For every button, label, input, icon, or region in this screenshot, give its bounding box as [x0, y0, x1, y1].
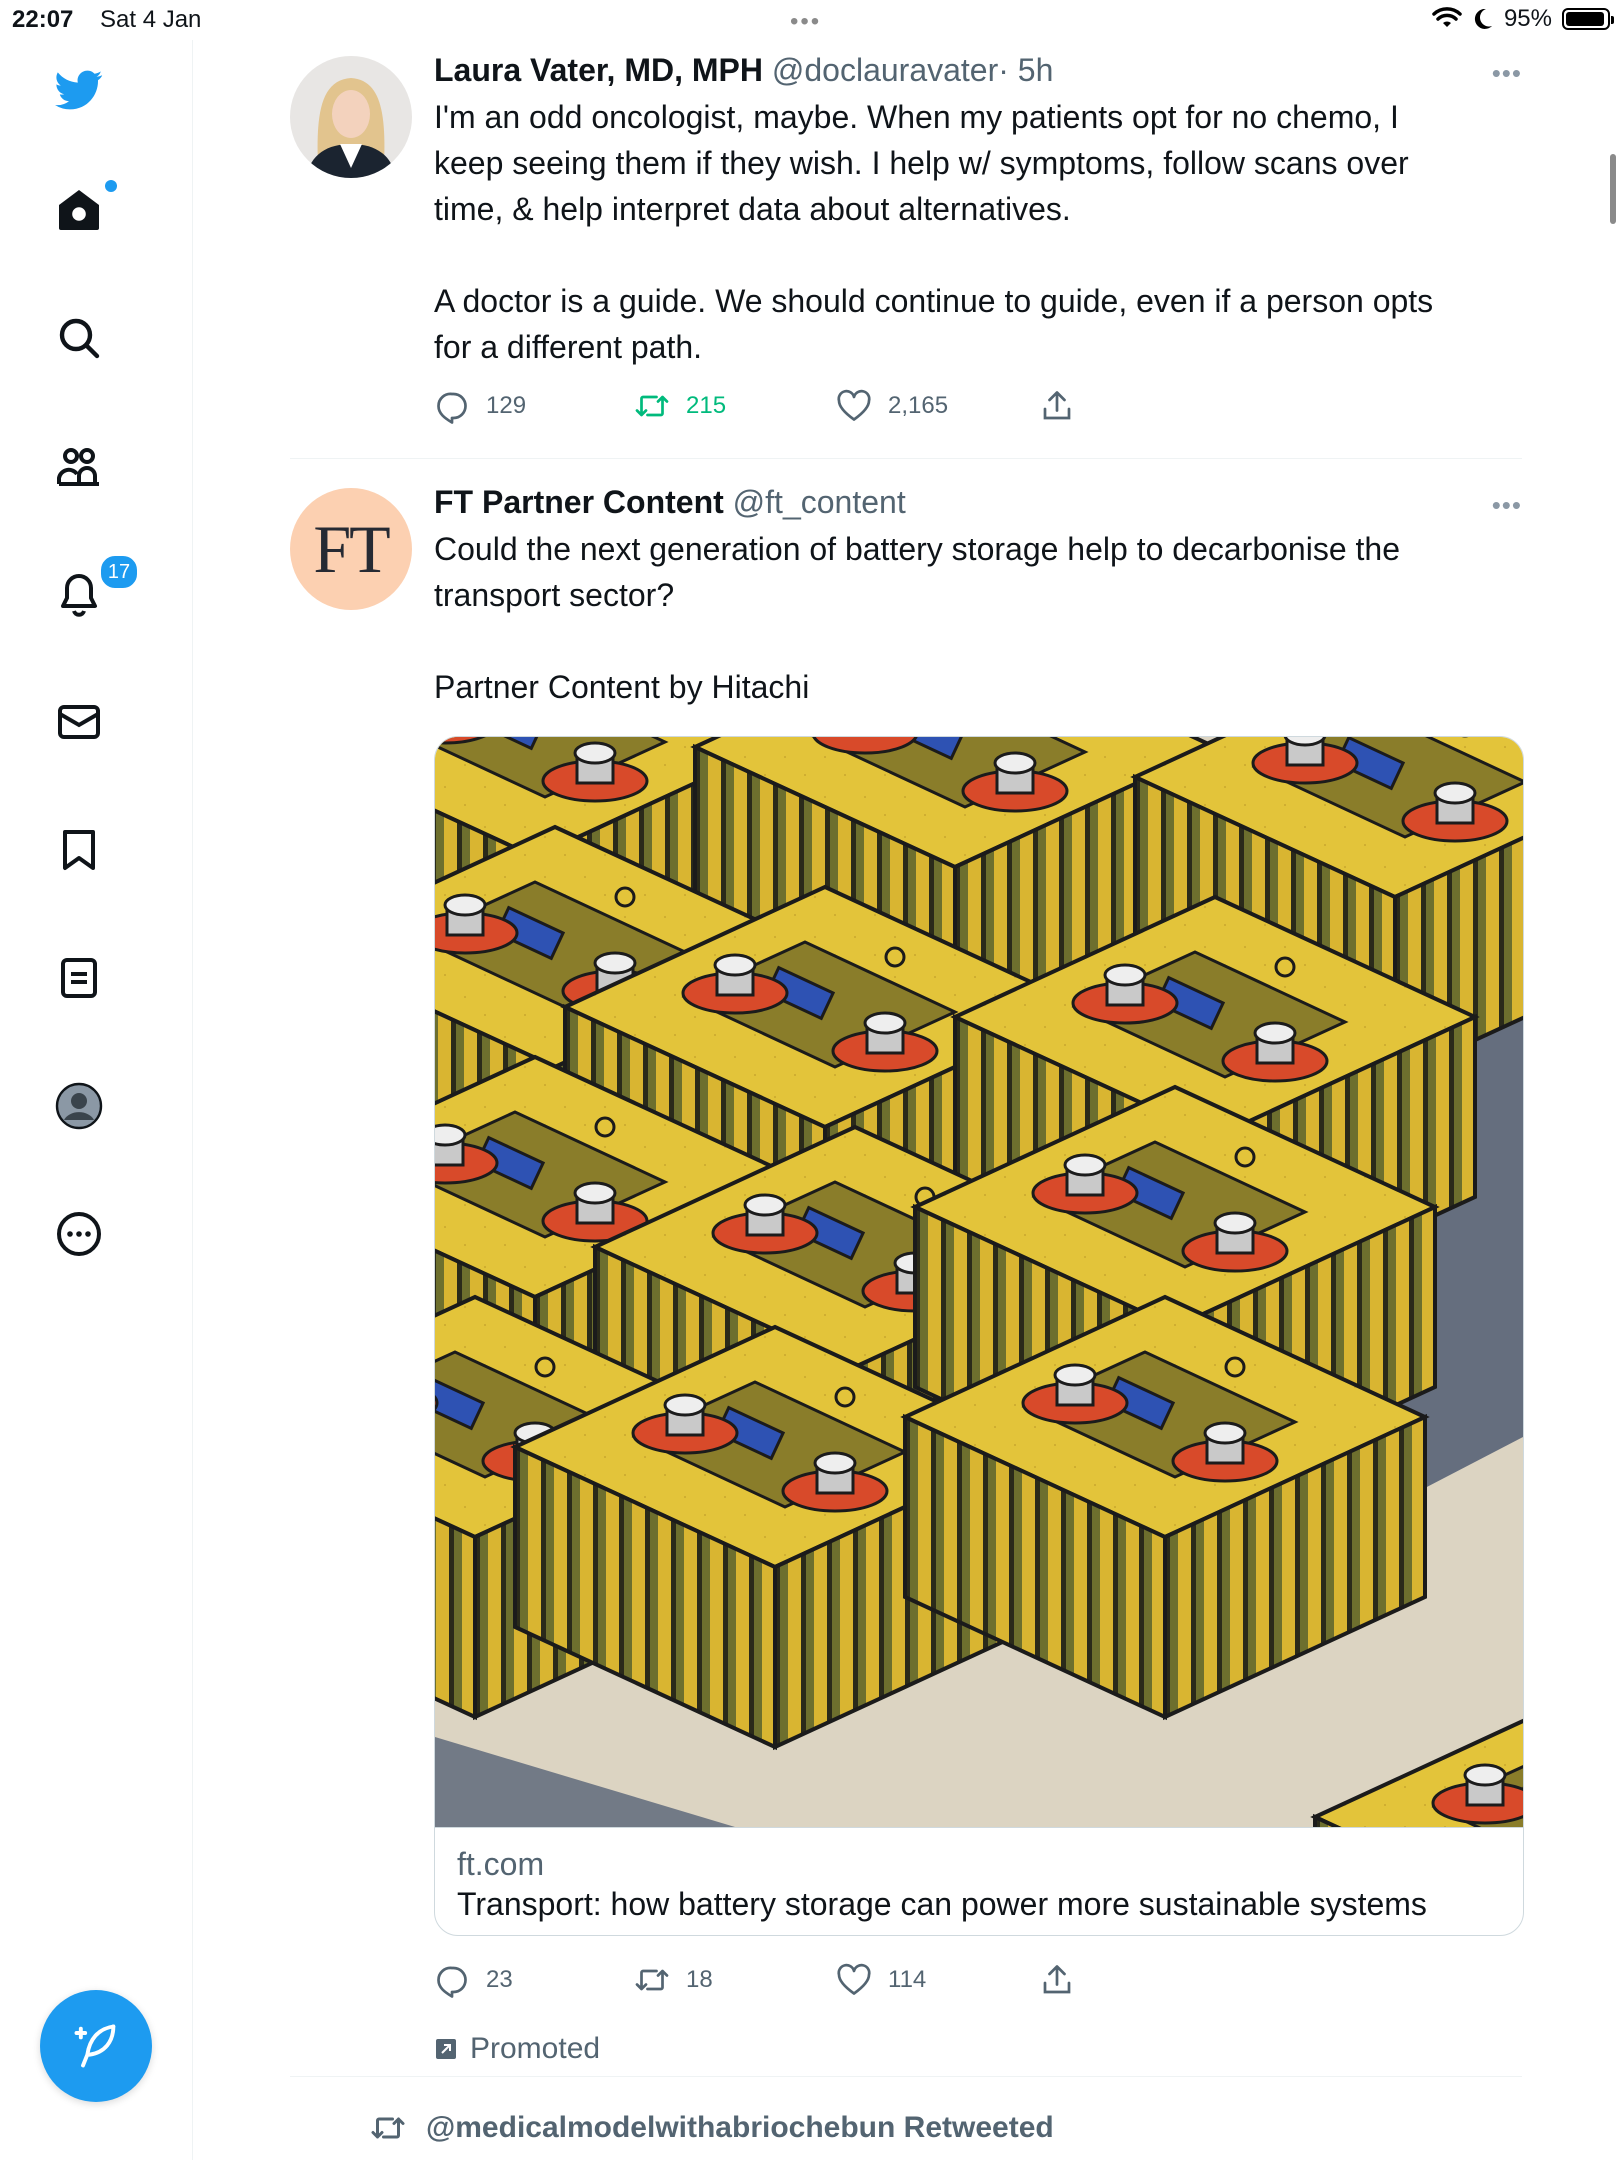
envelope-icon: [58, 705, 100, 739]
tweet-text: I'm an odd oncologist, maybe. When my pa…: [434, 94, 1522, 370]
reply-count: 23: [486, 1966, 513, 1993]
tweet-divider: [290, 2076, 1522, 2077]
retweet-context[interactable]: @medicalmodelwithabriochebun Retweeted: [370, 2110, 1054, 2146]
reply-button[interactable]: 129: [434, 388, 634, 424]
tweet-text-line: I'm an odd oncologist, maybe. When my pa…: [434, 99, 1399, 135]
retweet-button[interactable]: 215: [634, 388, 836, 424]
reply-icon: [437, 392, 467, 424]
tweet-text-blank-line: [434, 618, 1522, 664]
retweet-context-text: @medicalmodelwithabriochebun Retweeted: [426, 2111, 1054, 2144]
tweet-body: FT Partner Content @ft_content ••• Could…: [434, 482, 1522, 710]
sidebar-item-more[interactable]: [39, 1194, 119, 1274]
like-button[interactable]: 114: [836, 1962, 1039, 1998]
bell-icon: [61, 574, 97, 617]
like-count: 2,165: [888, 392, 949, 419]
share-button[interactable]: [1039, 388, 1075, 424]
like-count: 114: [888, 1966, 927, 1993]
share-icon: [1043, 1965, 1071, 1994]
scrollbar[interactable]: [1610, 154, 1616, 224]
tweet-actions: 129 215 2,165: [434, 388, 1522, 424]
tweet-more-button[interactable]: •••: [1492, 490, 1522, 521]
sidebar-item-communities[interactable]: [39, 426, 119, 506]
communities-icon: [57, 448, 99, 486]
moon-icon: [1474, 8, 1492, 29]
heart-icon: [837, 1963, 871, 1995]
status-indicators: 95%: [1432, 5, 1614, 33]
link-card-meta: ft.com Transport: how battery storage ca…: [435, 1827, 1523, 1935]
home-icon: [59, 190, 99, 230]
tweet-text-line: for a different path.: [434, 329, 703, 365]
tweet-time[interactable]: · 5h: [998, 52, 1053, 88]
tweet-header: Laura Vater, MD, MPH @doclauravater· 5h: [434, 50, 1522, 90]
retweet-count: 215: [686, 392, 727, 419]
reply-icon: [437, 1966, 467, 1998]
tweet-body: Laura Vater, MD, MPH @doclauravater· 5h …: [434, 50, 1522, 424]
retweet-icon: [635, 1969, 669, 1991]
twitter-logo-button[interactable]: [39, 50, 119, 130]
status-time: 22:07: [12, 6, 74, 33]
ft-logo-text: FT: [313, 510, 390, 587]
sidebar-nav: 17: [0, 40, 193, 2160]
tweet-text-line: Could the next generation of battery sto…: [434, 531, 1400, 567]
tweet-more-button[interactable]: •••: [1492, 58, 1522, 89]
search-icon: [59, 318, 100, 359]
sidebar-item-profile[interactable]: [39, 1066, 119, 1146]
link-card-title: Transport: how battery storage can power…: [457, 1886, 1427, 1922]
tweet-text-blank-line: [434, 232, 1522, 278]
avatar-photo-icon: [290, 56, 412, 178]
tweet-author-handle[interactable]: @ft_content: [733, 484, 906, 520]
battery-icon: [1562, 8, 1614, 30]
promoted-arrow-icon: [436, 2039, 456, 2059]
sidebar-item-messages[interactable]: [39, 682, 119, 762]
battery-illustration-image: [435, 737, 1523, 1827]
share-icon: [1043, 391, 1071, 420]
sidebar-item-home[interactable]: [39, 170, 119, 250]
compose-tweet-button[interactable]: [40, 1990, 152, 2102]
profile-avatar-icon: [55, 1082, 103, 1130]
tweet-text-line: transport sector?: [434, 577, 675, 613]
tweet-actions: 23 18 114: [434, 1962, 1075, 1998]
retweet-context-icon: [371, 2117, 405, 2139]
avatar-ft-partner-content[interactable]: FT: [290, 488, 412, 610]
promoted-label: Promoted: [434, 2032, 600, 2066]
tweet-author-handle[interactable]: @doclauravater: [772, 52, 998, 88]
tweet-author-name[interactable]: FT Partner Content: [434, 484, 724, 520]
retweet-count: 18: [686, 1966, 713, 1993]
link-card[interactable]: ft.com Transport: how battery storage ca…: [434, 736, 1524, 1936]
tweet-text: Could the next generation of battery sto…: [434, 526, 1522, 710]
sidebar-item-bookmarks[interactable]: [39, 810, 119, 890]
tweet-text-line: time, & help interpret data about altern…: [434, 191, 1071, 227]
retweet-icon: [635, 395, 669, 417]
reply-button[interactable]: 23: [434, 1962, 634, 1998]
tweet-text-line: keep seeing them if they wish. I help w/…: [434, 145, 1409, 181]
status-bar: 22:07 Sat 4 Jan ••• 95%: [0, 0, 1620, 40]
battery-percent: 95%: [1503, 5, 1552, 32]
compose-feather-icon: [74, 2024, 116, 2068]
heart-icon: [837, 389, 871, 421]
twitter-bird-icon: [55, 70, 103, 110]
tweet-author-name[interactable]: Laura Vater, MD, MPH: [434, 52, 763, 88]
avatar-laura-vater[interactable]: [290, 56, 412, 178]
wifi-icon: [1432, 7, 1462, 27]
tweet-text-line: Partner Content by Hitachi: [434, 669, 810, 705]
promoted-text: Promoted: [470, 2032, 601, 2065]
reply-count: 129: [486, 392, 527, 419]
home-unread-dot: [105, 180, 117, 192]
tweet-text-line: A doctor is a guide. We should continue …: [434, 283, 1434, 319]
bookmark-icon: [63, 830, 95, 870]
sidebar-item-notifications[interactable]: 17: [39, 554, 139, 634]
tweet-divider: [290, 458, 1522, 459]
sidebar-item-lists[interactable]: [39, 938, 119, 1018]
lists-icon: [61, 958, 97, 998]
share-button[interactable]: [1039, 1962, 1075, 1998]
more-circle-icon: [57, 1212, 101, 1256]
tweet-header: FT Partner Content @ft_content: [434, 482, 1522, 522]
status-date: Sat 4 Jan: [100, 6, 202, 33]
multitasking-dots[interactable]: •••: [790, 8, 821, 36]
notifications-badge: 17: [99, 554, 139, 590]
like-button[interactable]: 2,165: [836, 388, 1039, 424]
sidebar-item-search[interactable]: [39, 298, 119, 378]
link-card-domain: ft.com: [457, 1846, 545, 1882]
retweet-button[interactable]: 18: [634, 1962, 836, 1998]
